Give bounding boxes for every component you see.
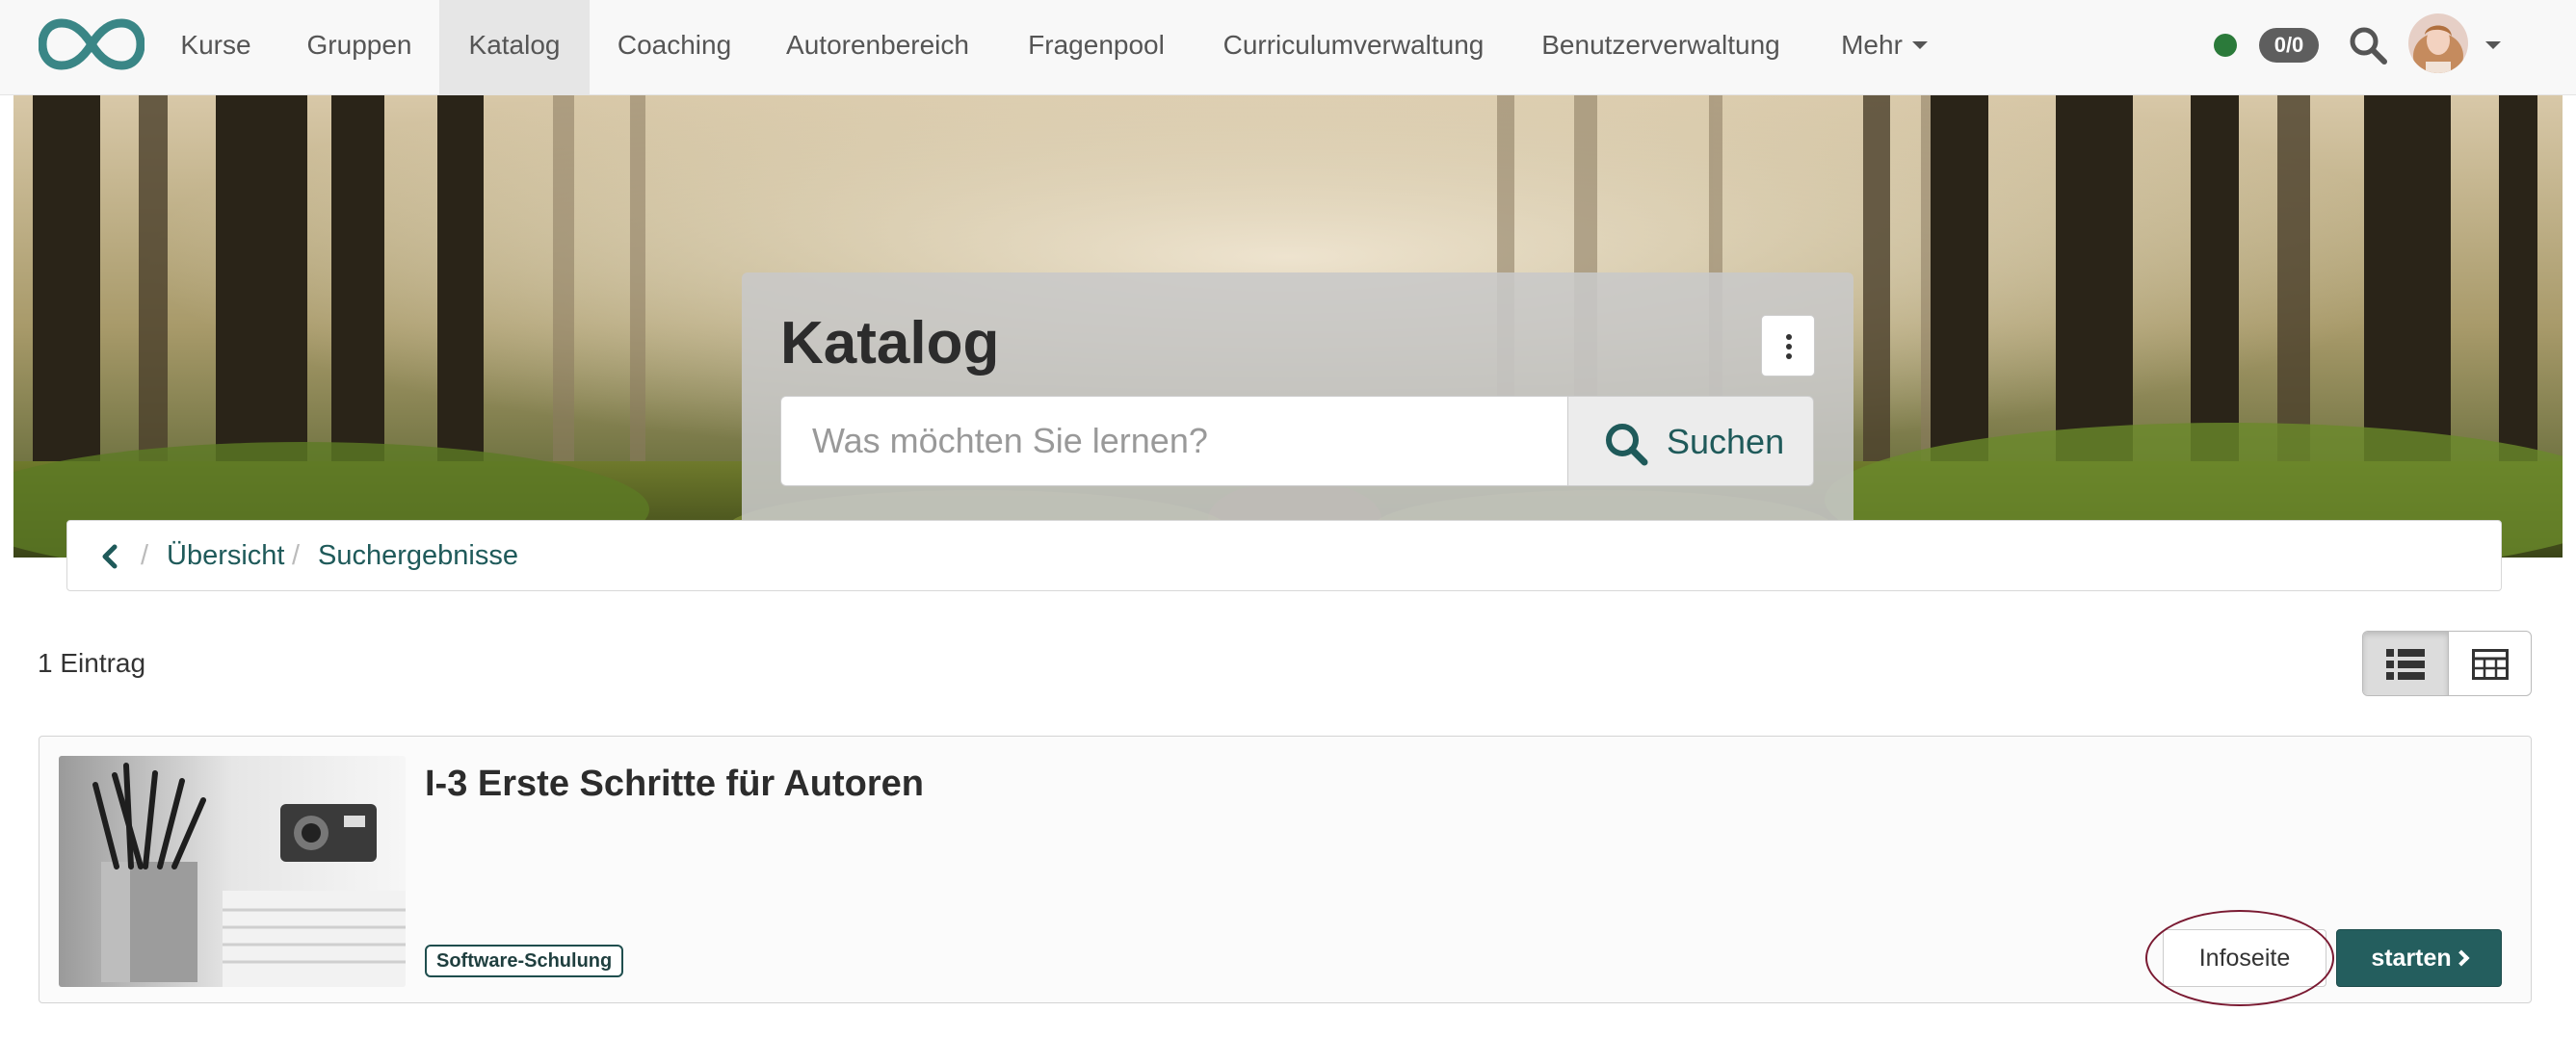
list-view-button[interactable]	[2363, 632, 2448, 695]
page-title: Katalog	[780, 310, 1000, 376]
course-thumbnail[interactable]	[59, 756, 406, 987]
course-title[interactable]: I-3 Erste Schritte für Autoren	[425, 764, 924, 805]
breadcrumb-separator: /	[292, 540, 301, 571]
online-status-icon	[2214, 34, 2237, 57]
breadcrumb-separator: /	[141, 540, 149, 571]
breadcrumb-link-overview[interactable]: Übersicht	[167, 521, 285, 590]
nav-label: Gruppen	[306, 30, 412, 60]
table-view-button[interactable]	[2448, 632, 2531, 695]
catalog-search-input[interactable]	[780, 396, 1568, 486]
nav-fragenpool[interactable]: Fragenpool	[1013, 0, 1179, 94]
view-mode-toggle	[2362, 631, 2532, 696]
catalog-search-panel: Katalog Suchen	[742, 272, 1853, 532]
table-view-icon	[2472, 649, 2509, 680]
chevron-right-icon	[2453, 949, 2470, 967]
nav-mehr-dropdown[interactable]: Mehr	[1827, 0, 1942, 94]
nav-label: Benutzerverwaltung	[1541, 30, 1780, 60]
nav-kurse[interactable]: Kurse	[162, 0, 270, 94]
search-button-label: Suchen	[1667, 422, 1785, 461]
caret-down-icon[interactable]	[2485, 41, 2501, 49]
info-page-button[interactable]: Infoseite	[2163, 929, 2326, 987]
nav-curriculumverwaltung[interactable]: Curriculumverwaltung	[1214, 0, 1493, 94]
notification-badge[interactable]: 0/0	[2259, 28, 2319, 63]
infinity-logo-icon[interactable]	[39, 17, 145, 71]
nav-benutzerverwaltung[interactable]: Benutzerverwaltung	[1530, 0, 1792, 94]
start-button[interactable]: starten	[2336, 929, 2502, 987]
search-icon	[1606, 424, 1648, 466]
breadcrumb-link-search-results[interactable]: Suchergebnisse	[318, 521, 518, 590]
nav-label: Katalog	[468, 30, 561, 60]
user-avatar[interactable]	[2408, 13, 2468, 73]
nav-label: Fragenpool	[1028, 30, 1165, 60]
caret-down-icon	[1911, 40, 1928, 49]
hero-banner: Katalog Suchen	[13, 95, 2563, 558]
nav-label: Mehr	[1841, 30, 1903, 60]
course-card: I-3 Erste Schritte für Autoren Software-…	[39, 736, 2532, 1006]
nav-autorenbereich[interactable]: Autorenbereich	[776, 0, 979, 94]
nav-label: Kurse	[180, 30, 251, 60]
course-tag: Software-Schulung	[425, 945, 624, 977]
start-button-label: starten	[2371, 945, 2452, 972]
nav-gruppen[interactable]: Gruppen	[294, 0, 425, 94]
nav-label: Coaching	[617, 30, 732, 60]
chevron-left-icon[interactable]	[100, 544, 119, 569]
nav-katalog[interactable]: Katalog	[439, 0, 590, 94]
kebab-vertical-icon[interactable]	[1761, 315, 1815, 376]
nav-label: Curriculumverwaltung	[1222, 30, 1485, 60]
search-button[interactable]: Suchen	[1567, 396, 1814, 486]
top-navigation: Kurse Gruppen Katalog Coaching Autorenbe…	[0, 0, 2576, 95]
list-view-icon	[2386, 649, 2425, 680]
nav-coaching[interactable]: Coaching	[605, 0, 744, 94]
breadcrumb: / Übersicht / Suchergebnisse	[66, 520, 2502, 591]
nav-label: Autorenbereich	[786, 30, 969, 60]
search-icon[interactable]	[2348, 25, 2388, 65]
result-count: 1 Eintrag	[38, 648, 146, 678]
